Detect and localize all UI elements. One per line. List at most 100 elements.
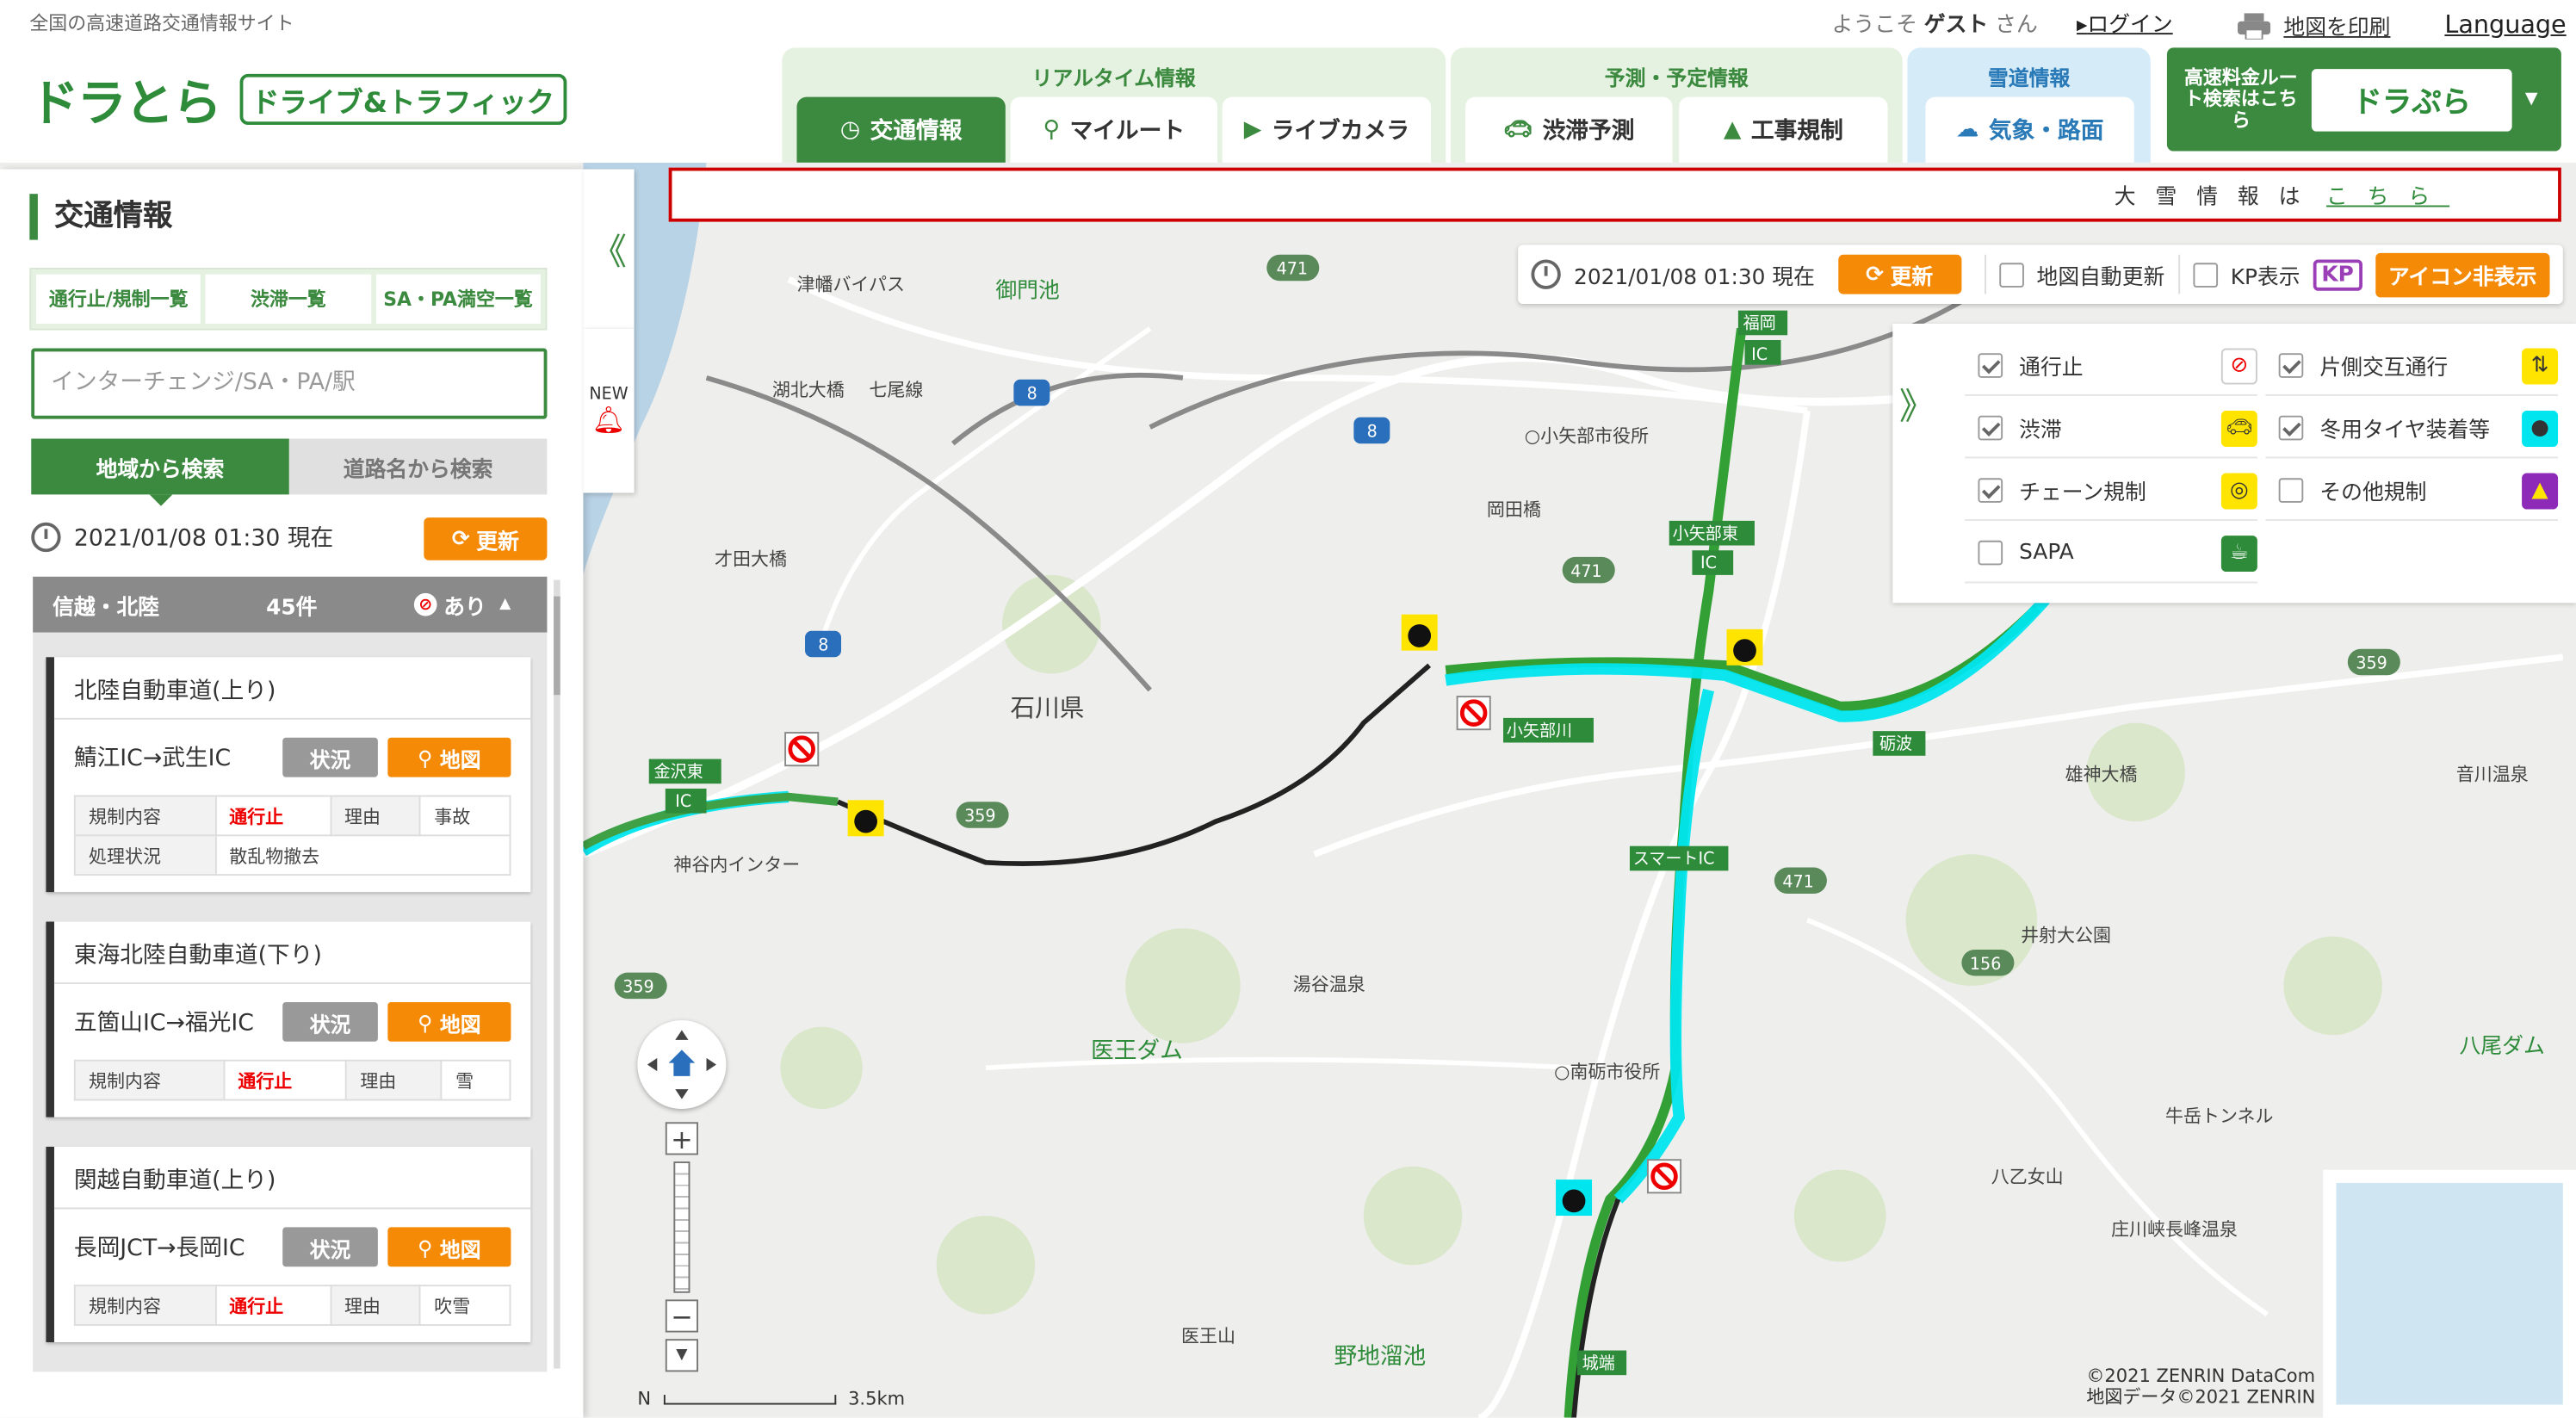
nav-construction-tab[interactable]: ▲ 工事規制 [1679,96,1888,163]
list-item: 東海北陸自動車道(下り) 五箇山IC→福光IC 状況 ⚲ 地図 規制内容 通行止理… [46,921,531,1118]
welcome-user: ゲスト [1923,13,1989,38]
road-name: 関越自動車道(上り) [53,1147,531,1210]
notification-button[interactable]: NEW 🔔︎ [583,328,635,493]
detail-table: 規制内容 通行止 理由雪 [73,1059,511,1101]
legend-sapa-checkbox[interactable] [1978,540,2003,566]
legend-closure[interactable]: 通行止 ⊘ [1965,337,2257,396]
map-button[interactable]: ⚲ 地図 [387,737,511,777]
warning-icon: ▲ [1723,116,1742,144]
sidebar-update-button[interactable]: ⟳ 更新 [424,517,548,560]
list-scrollbar[interactable] [554,579,560,1369]
hide-icons-button[interactable]: アイコン非表示 [2375,251,2550,297]
divider [2177,254,2180,294]
legend-sapa-label: SAPA [2019,540,2074,566]
language-link[interactable]: Language [2444,9,2566,39]
legend-other-checkbox[interactable] [2278,478,2304,503]
map-button[interactable]: ⚲ 地図 [387,1227,511,1267]
road-name: 北陸自動車道(上り) [53,657,531,720]
svg-text:城端: 城端 [1582,1354,1615,1373]
clock-icon: ◷ [839,116,861,144]
print-map-link[interactable]: 地図を印刷 [2237,9,2390,41]
tab-sapa-list[interactable]: SA・PA満空一覧 [375,274,541,324]
nav-livecam-tab[interactable]: ▶ ライブカメラ [1222,96,1432,163]
road-name: 東海北陸自動車道(下り) [53,922,531,985]
detail-value: 通行止 [214,795,331,837]
svg-text:8: 8 [1367,423,1378,442]
svg-text:井射大公園: 井射大公園 [2021,925,2111,945]
legend-chain[interactable]: チェーン規制 ◎ [1965,461,2257,521]
scrollbar-thumb[interactable] [554,596,560,696]
collapse-sidebar-button[interactable]: 《 [583,169,635,329]
kp-checkbox[interactable] [2192,262,2218,287]
svg-text:才田大橋: 才田大橋 [715,548,787,569]
legend-other[interactable]: その他規制 ▲ [2265,461,2559,521]
legend-jam-checkbox[interactable] [1978,415,2003,441]
legend-winter-tire[interactable]: 冬用タイヤ装着等 ● [2265,399,2559,459]
tab-search-region[interactable]: 地域から検索 [31,438,289,506]
region-name: 信越・北陸 [53,595,160,621]
new-label: NEW [589,386,629,405]
legend-chain-checkbox[interactable] [1978,478,2003,503]
detail-key: 規制内容 [73,1059,226,1101]
status-button[interactable]: 状況 [282,737,378,777]
search-input[interactable]: インターチェンジ/SA・PA/駅 [31,348,548,419]
map-pan-control[interactable] [637,1019,727,1110]
bell-icon: 🔔︎ [591,404,626,436]
nav-myroute-tab[interactable]: ⚲ マイルート [1010,96,1217,163]
map-update-button[interactable]: ⟳ 更新 [1837,254,1961,294]
nav-jam-forecast-tab[interactable]: 🚗︎ 渋滞予測 [1465,96,1673,163]
refresh-icon: ⟳ [451,526,470,552]
sidebar-update-label: 更新 [476,529,519,555]
legend-jam[interactable]: 渋滞 🚗︎ [1965,399,2257,459]
dropdown-arrow-icon: ▼ [2524,90,2538,108]
dorapura-banner[interactable]: 高速料金ルート検索はこちら ドラぷら ▼ [2166,47,2561,152]
north-icon: N [637,1388,652,1410]
map-button[interactable]: ⚲ 地図 [387,1002,511,1042]
tab-closure-list[interactable]: 通行止/規制一覧 [35,274,201,324]
legend-winter-tire-checkbox[interactable] [2278,415,2304,441]
auto-update-checkbox[interactable] [1998,262,2024,287]
login-link[interactable]: ▸ログイン [2077,7,2173,38]
minimap-canvas[interactable] [2336,1182,2563,1405]
tab-jam-list[interactable]: 渋滞一覧 [206,274,371,324]
zoom-out-button[interactable]: − [665,1299,698,1333]
nav-weather-tab[interactable]: ☁ 気象・路面 [1925,96,2134,163]
section-name: 鯖江IC→武生IC [73,746,232,772]
detail-key: 理由 [329,1285,422,1326]
zoom-menu-button[interactable]: ▼ [665,1339,698,1372]
zoom-in-button[interactable]: + [665,1122,698,1155]
nav-myroute-label: マイルート [1069,118,1186,145]
svg-text:359: 359 [2356,654,2387,673]
status-button[interactable]: 状況 [282,1227,378,1267]
legend-sapa[interactable]: SAPA ☕︎ [1965,524,2257,584]
svg-text:IC: IC [1700,554,1717,573]
detail-key: 理由 [329,795,422,837]
map-toolbar: 2021/01/08 01:30 現在 ⟳ 更新 地図自動更新 KP表示 KP ア… [1518,245,2563,305]
region-header[interactable]: 信越・北陸 45件 ⊘ あり ▲ [33,576,548,633]
legend-alternate[interactable]: 片側交互通行 ⇅ [2265,337,2559,396]
nav-traffic-tab[interactable]: ◷ 交通情報 [796,96,1006,163]
svg-text:牛岳トンネル: 牛岳トンネル [2165,1105,2274,1126]
camera-icon: ▶ [1243,116,1262,144]
svg-text:○南砺市役所: ○南砺市役所 [1554,1062,1660,1082]
tab-search-road[interactable]: 道路名から検索 [288,438,548,495]
legend-closure-checkbox[interactable] [1978,353,2003,378]
svg-text:スマートIC: スマートIC [1633,850,1715,869]
svg-text:IC: IC [675,792,691,811]
nav-group-forecast-title: 予測・予定情報 [1604,65,1749,90]
alert-link[interactable]: こちら [2326,179,2449,211]
svg-text:音川温泉: 音川温泉 [2456,764,2529,784]
collapse-legend-button[interactable]: 》 [1892,324,1941,483]
zoom-slider[interactable] [673,1161,690,1293]
site-logo[interactable]: ドラとら ドライブ&トラフィック [29,63,567,135]
chain-icon: ◎ [2220,472,2257,509]
svg-text:小矢部東: 小矢部東 [1673,524,1738,543]
list-item: 北陸自動車道(上り) 鯖江IC→武生IC 状況 ⚲ 地図 規制内容 通行止 理由 事故… [46,657,531,893]
nav-jam-forecast-label: 渋滞予測 [1542,118,1635,145]
zoom-control: + − ▼ [665,1122,698,1372]
legend-alternate-checkbox[interactable] [2278,353,2304,378]
overview-minimap[interactable] [2323,1169,2576,1418]
winter-tire-icon: ● [2522,410,2559,447]
status-button[interactable]: 状況 [282,1002,378,1042]
nav-construction-label: 工事規制 [1750,118,1843,145]
